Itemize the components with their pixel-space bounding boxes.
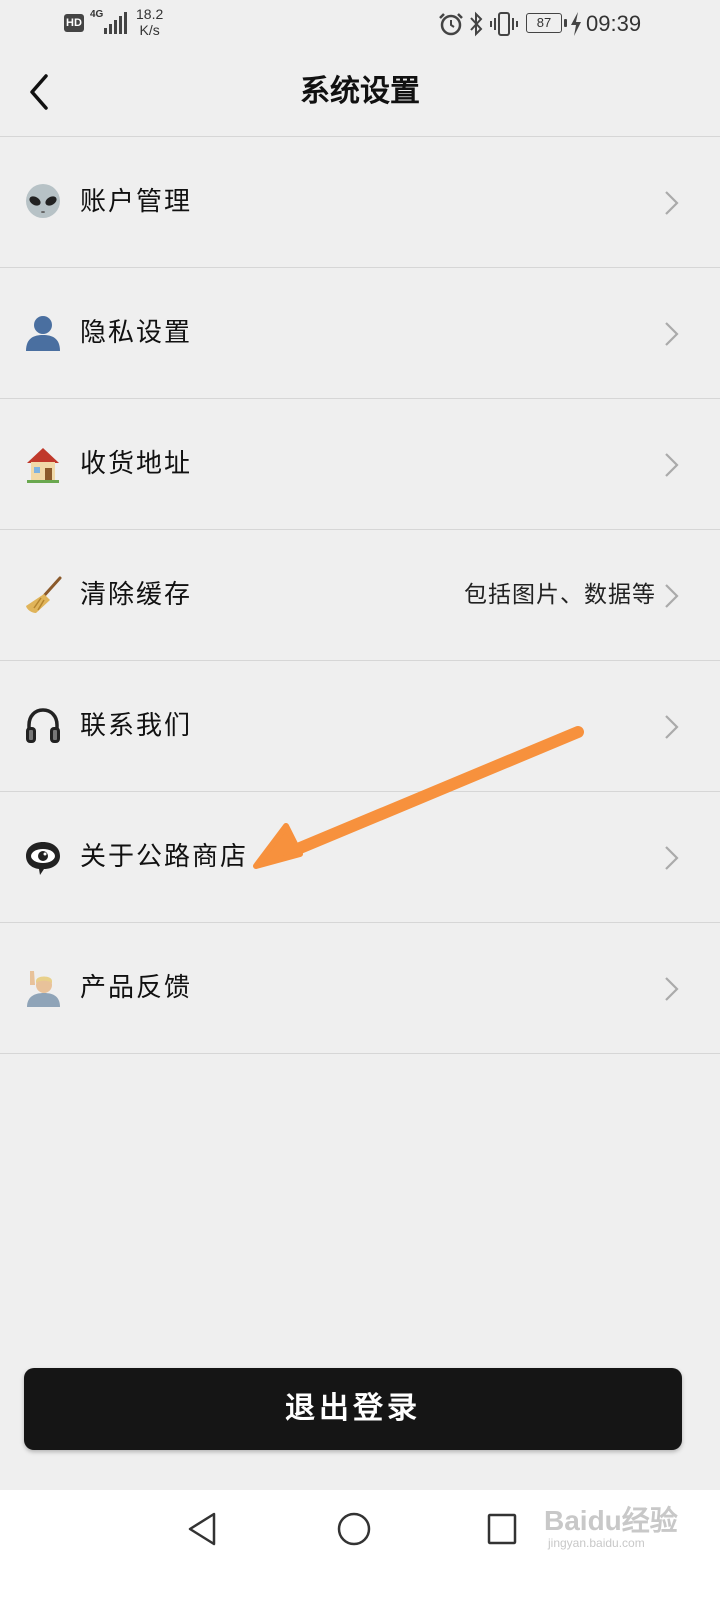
house-icon [27,448,59,483]
broom-icon [26,576,62,613]
nav-home-icon[interactable] [336,1510,372,1548]
system-nav-bar: Baidu经验 jingyan.baidu.com [0,1490,720,1600]
menu-item-address[interactable]: 收货地址 [0,399,720,530]
menu-item-label: 隐私设置 [80,318,193,348]
speed-unit: K/s [139,22,160,38]
nav-recent-apps-icon[interactable] [486,1512,518,1546]
menu-item-hint: 包括图片、数据等 [464,582,656,608]
vibrate-icon [490,12,518,36]
menu-item-feedback[interactable]: 产品反馈 [0,923,720,1054]
watermark-url: jingyan.baidu.com [548,1536,645,1550]
menu-item-label: 清除缓存 [80,580,193,610]
menu-item-label: 产品反馈 [80,973,193,1003]
speed-value: 18.2 [136,6,164,22]
bluetooth-icon [470,11,483,37]
menu-item-contact[interactable]: 联系我们 [0,661,720,792]
logout-button[interactable]: 退出登录 [24,1368,682,1450]
signal-icon [104,12,127,34]
menu-item-label: 收货地址 [80,449,193,479]
charging-icon [571,12,581,36]
chevron-right-icon [665,584,679,608]
watermark: Baidu经验 jingyan.baidu.com [544,1505,678,1551]
chevron-right-icon [665,846,679,870]
battery-indicator: 87 [526,13,567,33]
chevron-right-icon [665,715,679,739]
menu-item-clear-cache[interactable]: 清除缓存 包括图片、数据等 [0,530,720,661]
nav-back-icon[interactable] [184,1510,222,1548]
chevron-right-icon [665,453,679,477]
header: 系统设置 [0,48,720,136]
watermark-logo-text: Baidu经验 [544,1505,678,1536]
headphones-icon [26,708,60,743]
alarm-icon [439,13,463,36]
alien-icon [26,184,60,218]
status-bar: HD 4G 18.2 K/s 87 09:39 [0,0,720,48]
network-speed: 18.2 K/s [136,6,163,38]
chevron-right-icon [665,191,679,215]
hd-badge: HD [64,14,84,32]
page-title: 系统设置 [300,74,420,109]
menu-item-label: 账户管理 [80,187,193,217]
network-type: 4G [90,9,104,20]
menu-item-account[interactable]: 账户管理 [0,137,720,268]
status-time: 09:39 [586,11,642,36]
settings-list: 账户管理 隐私设置 收货地址 清除缓存 包括图片、数据等 联系我们 关于公路商店… [0,136,720,1054]
menu-item-privacy[interactable]: 隐私设置 [0,268,720,399]
menu-item-label: 关于公路商店 [80,842,249,872]
raising-hand-icon [27,971,60,1007]
person-silhouette-icon [26,316,60,351]
chevron-right-icon [665,322,679,346]
eye-speech-bubble-icon [26,842,60,875]
menu-item-about[interactable]: 关于公路商店 [0,792,720,923]
chevron-right-icon [665,977,679,1001]
menu-item-label: 联系我们 [80,711,193,741]
